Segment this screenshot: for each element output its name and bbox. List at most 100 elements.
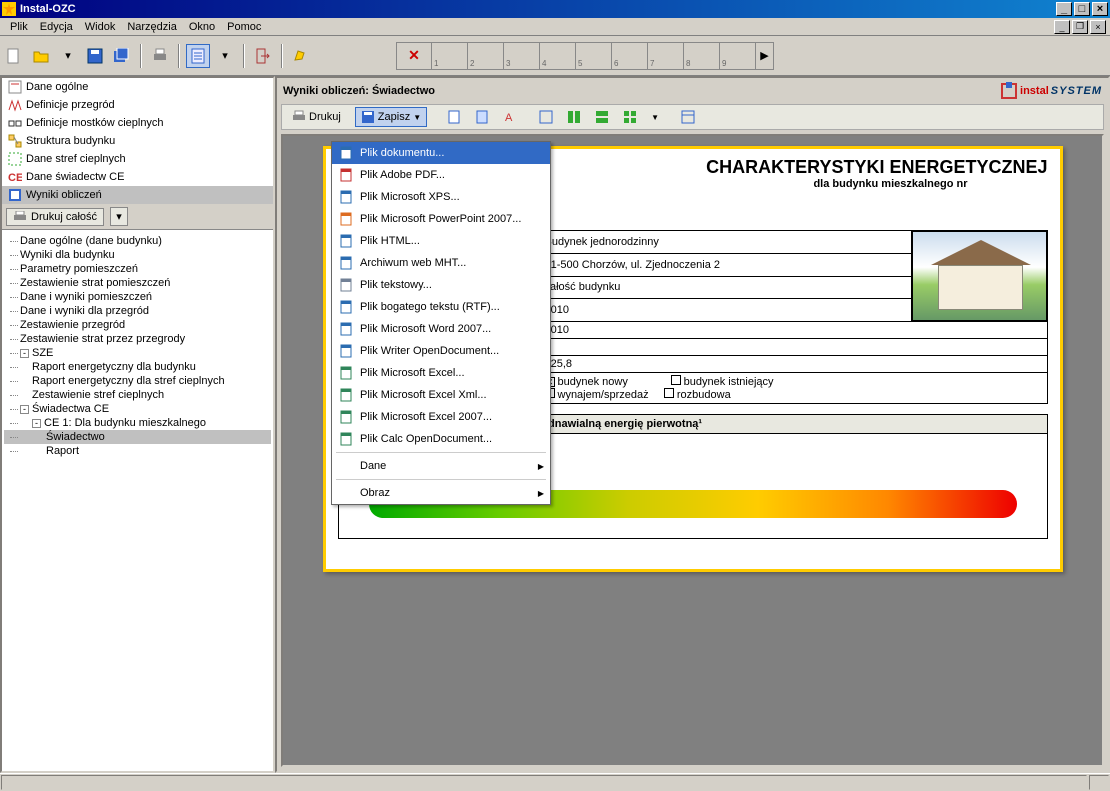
- dropdown-item[interactable]: Archiwum web MHT...: [332, 252, 550, 274]
- tree-item[interactable]: Zestawienie przegród: [4, 318, 271, 332]
- minimize-button[interactable]: _: [1056, 2, 1072, 16]
- menu-okno[interactable]: Okno: [183, 19, 221, 35]
- menu-edycja[interactable]: Edycja: [34, 19, 79, 35]
- tree-item[interactable]: Raport: [4, 444, 271, 458]
- saveall-button[interactable]: [110, 44, 134, 68]
- print-button[interactable]: [148, 44, 172, 68]
- side-label: Definicje mostków cieplnych: [26, 117, 164, 129]
- file-icon: [338, 189, 354, 205]
- file-icon: [338, 458, 354, 474]
- tree-item[interactable]: -SZE: [4, 346, 271, 360]
- maximize-button[interactable]: □: [1074, 2, 1090, 16]
- layout-dropdown[interactable]: ▼: [645, 107, 665, 127]
- side-label: Struktura budynku: [26, 135, 115, 147]
- dropdown-item[interactable]: Plik Microsoft XPS...: [332, 186, 550, 208]
- sidebar-item-dane-ogolne[interactable]: Dane ogólne: [2, 78, 273, 96]
- dropdown-item[interactable]: Plik Microsoft Excel Xml...: [332, 384, 550, 406]
- file-icon: [338, 387, 354, 403]
- calc-button[interactable]: [186, 44, 210, 68]
- menu-pomoc[interactable]: Pomoc: [221, 19, 267, 35]
- dropdown-item[interactable]: Plik bogatego tekstu (RTF)...: [332, 296, 550, 318]
- mdi-close[interactable]: ×: [1090, 20, 1106, 34]
- tree-item[interactable]: Zestawienie strat przez przegrody: [4, 332, 271, 346]
- tree-item[interactable]: Raport energetyczny dla budynku: [4, 360, 271, 374]
- tree-item[interactable]: -Świadectwa CE: [4, 402, 271, 416]
- close-button[interactable]: ×: [1092, 2, 1108, 16]
- doc-save-button[interactable]: Zapisz ▼: [355, 107, 427, 127]
- doc-print-button[interactable]: Drukuj: [286, 107, 347, 127]
- file-icon: [338, 255, 354, 271]
- tree-item[interactable]: Zestawienie strat pomieszczeń: [4, 276, 271, 290]
- layout-btn-2[interactable]: [561, 107, 587, 127]
- mdi-restore[interactable]: ❐: [1072, 20, 1088, 34]
- sidebar-item-wyniki[interactable]: Wyniki obliczeń: [2, 186, 273, 204]
- tree-item[interactable]: Dane ogólne (dane budynku): [4, 234, 271, 248]
- tree-item[interactable]: Dane i wyniki dla przegród: [4, 304, 271, 318]
- tab-slot-9[interactable]: 9: [720, 42, 756, 70]
- sidebar-item-definicje-mostkow[interactable]: Definicje mostków cieplnych: [2, 114, 273, 132]
- tab-slot-5[interactable]: 5: [576, 42, 612, 70]
- print-all-button[interactable]: Drukuj całość: [6, 208, 104, 226]
- tree-item[interactable]: Dane i wyniki pomieszczeń: [4, 290, 271, 304]
- tab-slot-3[interactable]: 3: [504, 42, 540, 70]
- svg-text:CE: CE: [8, 172, 22, 184]
- tab-slot-7[interactable]: 7: [648, 42, 684, 70]
- help-button[interactable]: [289, 44, 313, 68]
- open-button[interactable]: [29, 44, 53, 68]
- logo: instalSYSTEM: [1000, 82, 1102, 100]
- dropdown-item[interactable]: Plik Calc OpenDocument...: [332, 428, 550, 450]
- app-title: Instal-OZC: [20, 3, 1054, 15]
- tab-slot-6[interactable]: 6: [612, 42, 648, 70]
- arrow-down-icon[interactable]: ▾: [56, 44, 80, 68]
- statusbar: [0, 773, 1110, 791]
- dropdown-item[interactable]: Dane: [332, 455, 550, 477]
- tree-item[interactable]: Wyniki dla budynku: [4, 248, 271, 262]
- tab-slot-4[interactable]: 4: [540, 42, 576, 70]
- dropdown-item[interactable]: Plik Microsoft Excel...: [332, 362, 550, 384]
- layout-btn-1[interactable]: [533, 107, 559, 127]
- save-dropdown-menu: Plik dokumentu...Plik Adobe PDF...Plik M…: [331, 141, 551, 505]
- mdi-minimize[interactable]: _: [1054, 20, 1070, 34]
- new-button[interactable]: [2, 44, 26, 68]
- tree-item[interactable]: Parametry pomieszczeń: [4, 262, 271, 276]
- view-btn-last[interactable]: [675, 107, 701, 127]
- svg-text:A: A: [505, 112, 513, 124]
- tab-slot-1[interactable]: 1: [432, 42, 468, 70]
- arrow2-icon[interactable]: ▾: [213, 44, 237, 68]
- dropdown-item[interactable]: Obraz: [332, 482, 550, 504]
- layout-btn-3[interactable]: [589, 107, 615, 127]
- layout-btn-4[interactable]: [617, 107, 643, 127]
- menu-narzedzia[interactable]: Narzędzia: [121, 19, 183, 35]
- file-icon: [338, 321, 354, 337]
- dropdown-item[interactable]: Plik dokumentu...: [332, 142, 550, 164]
- dropdown-item[interactable]: Plik Writer OpenDocument...: [332, 340, 550, 362]
- tab-scroll-right[interactable]: ▶: [756, 42, 774, 70]
- sidebar-item-strefy[interactable]: Dane stref cieplnych: [2, 150, 273, 168]
- view-btn-1[interactable]: [441, 107, 467, 127]
- dropdown-item[interactable]: Plik tekstowy...: [332, 274, 550, 296]
- view-btn-2[interactable]: [469, 107, 495, 127]
- print-dropdown[interactable]: ▾: [110, 207, 128, 226]
- tab-slot-2[interactable]: 2: [468, 42, 504, 70]
- file-icon: [338, 431, 354, 447]
- tree-item[interactable]: Świadectwo: [4, 430, 271, 444]
- dropdown-item[interactable]: Plik HTML...: [332, 230, 550, 252]
- view-btn-3[interactable]: A: [497, 107, 523, 127]
- tab-slot-8[interactable]: 8: [684, 42, 720, 70]
- file-icon: [338, 145, 354, 161]
- tree-item[interactable]: Raport energetyczny dla stref cieplnych: [4, 374, 271, 388]
- exit-button[interactable]: [251, 44, 275, 68]
- dropdown-item[interactable]: Plik Adobe PDF...: [332, 164, 550, 186]
- dropdown-item[interactable]: Plik Microsoft Word 2007...: [332, 318, 550, 340]
- sidebar-item-swiadectwa[interactable]: CEDane świadectw CE: [2, 168, 273, 186]
- dropdown-item[interactable]: Plik Microsoft PowerPoint 2007...: [332, 208, 550, 230]
- tree-item[interactable]: Zestawienie stref cieplnych: [4, 388, 271, 402]
- menu-widok[interactable]: Widok: [79, 19, 122, 35]
- tab-close-button[interactable]: ✕: [396, 42, 432, 70]
- save-button[interactable]: [83, 44, 107, 68]
- menu-plik[interactable]: Plik: [4, 19, 34, 35]
- tree-item[interactable]: -CE 1: Dla budynku mieszkalnego: [4, 416, 271, 430]
- dropdown-item[interactable]: Plik Microsoft Excel 2007...: [332, 406, 550, 428]
- sidebar-item-struktura[interactable]: Struktura budynku: [2, 132, 273, 150]
- sidebar-item-definicje-przegrod[interactable]: Definicje przegród: [2, 96, 273, 114]
